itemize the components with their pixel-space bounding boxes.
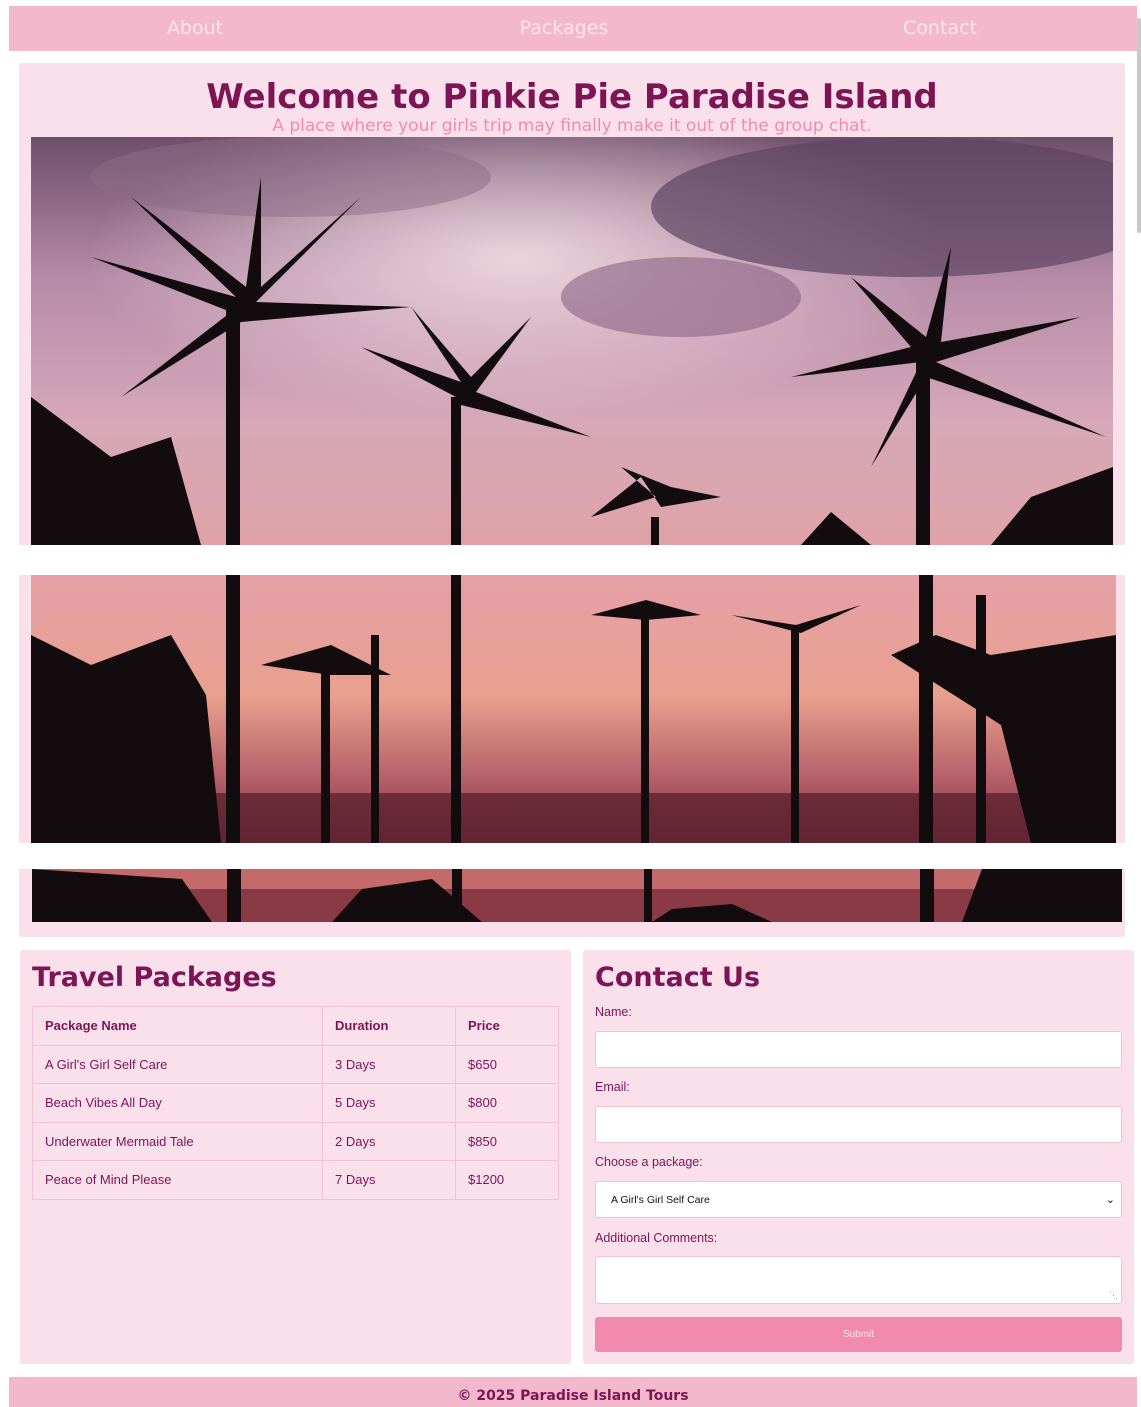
name-input[interactable] (595, 1031, 1122, 1068)
column-header-package-name: Package Name (32, 1006, 323, 1046)
chevron-down-icon: ⌄ (1105, 1194, 1115, 1206)
page-footer: © 2025 Paradise Island Tours (9, 1377, 1137, 1407)
image-gap (0, 545, 1141, 575)
image-gap (0, 843, 1141, 869)
packages-title: Travel Packages (32, 962, 277, 993)
comments-textarea[interactable]: ⋱ (595, 1256, 1122, 1304)
price-cell: $1200 (455, 1160, 559, 1200)
resize-grip-icon[interactable]: ⋱ (1109, 1290, 1118, 1301)
table-row: A Girl's Girl Self Care 3 Days $650 (32, 1044, 559, 1084)
table-header-row: Package Name Duration Price (32, 1006, 559, 1046)
price-cell: $800 (455, 1083, 559, 1123)
package-name-cell: Peace of Mind Please (32, 1160, 323, 1200)
name-label: Name: (595, 1005, 632, 1019)
package-name-cell: A Girl's Girl Self Care (32, 1044, 323, 1084)
package-name-cell: Underwater Mermaid Tale (32, 1121, 323, 1161)
duration-cell: 3 Days (322, 1044, 456, 1084)
table-row: Beach Vibes All Day 5 Days $800 (32, 1083, 559, 1123)
hero-title: Welcome to Pinkie Pie Paradise Island (206, 77, 938, 117)
duration-cell: 2 Days (322, 1121, 456, 1161)
hero-tagline: A place where your girls trip may finall… (272, 116, 872, 136)
contact-title: Contact Us (595, 962, 761, 993)
nav-link-contact[interactable]: Contact (903, 6, 977, 51)
nav-link-packages[interactable]: Packages (520, 6, 609, 51)
hero-image-bottom (32, 869, 1122, 922)
package-select[interactable]: A Girl's Girl Self Care ⌄ (595, 1181, 1122, 1218)
contact-card: Contact Us Name: Email: Choose a package… (583, 950, 1134, 1364)
table-row: Underwater Mermaid Tale 2 Days $850 (32, 1121, 559, 1161)
package-select-value: A Girl's Girl Self Care (611, 1194, 710, 1206)
travel-packages-card: Travel Packages Package Name Duration Pr… (20, 950, 571, 1364)
hero-image-top (31, 137, 1113, 545)
comments-label: Additional Comments: (595, 1231, 718, 1245)
duration-cell: 5 Days (322, 1083, 456, 1123)
duration-cell: 7 Days (322, 1160, 456, 1200)
packages-table: Package Name Duration Price A Girl's Gir… (32, 1006, 559, 1200)
submit-button[interactable]: Submit (595, 1317, 1122, 1352)
nav-link-about[interactable]: About (167, 6, 223, 51)
column-header-price: Price (455, 1006, 559, 1046)
package-name-cell: Beach Vibes All Day (32, 1083, 323, 1123)
package-select-label: Choose a package: (595, 1155, 703, 1169)
email-input[interactable] (595, 1106, 1122, 1143)
price-cell: $850 (455, 1121, 559, 1161)
hero-image-middle (31, 575, 1116, 843)
price-cell: $650 (455, 1044, 559, 1084)
column-header-duration: Duration (322, 1006, 456, 1046)
email-label: Email: (595, 1080, 630, 1094)
page-scrollbar[interactable] (1137, 18, 1141, 233)
top-nav: About Packages Contact (9, 6, 1137, 51)
table-row: Peace of Mind Please 7 Days $1200 (32, 1160, 559, 1200)
